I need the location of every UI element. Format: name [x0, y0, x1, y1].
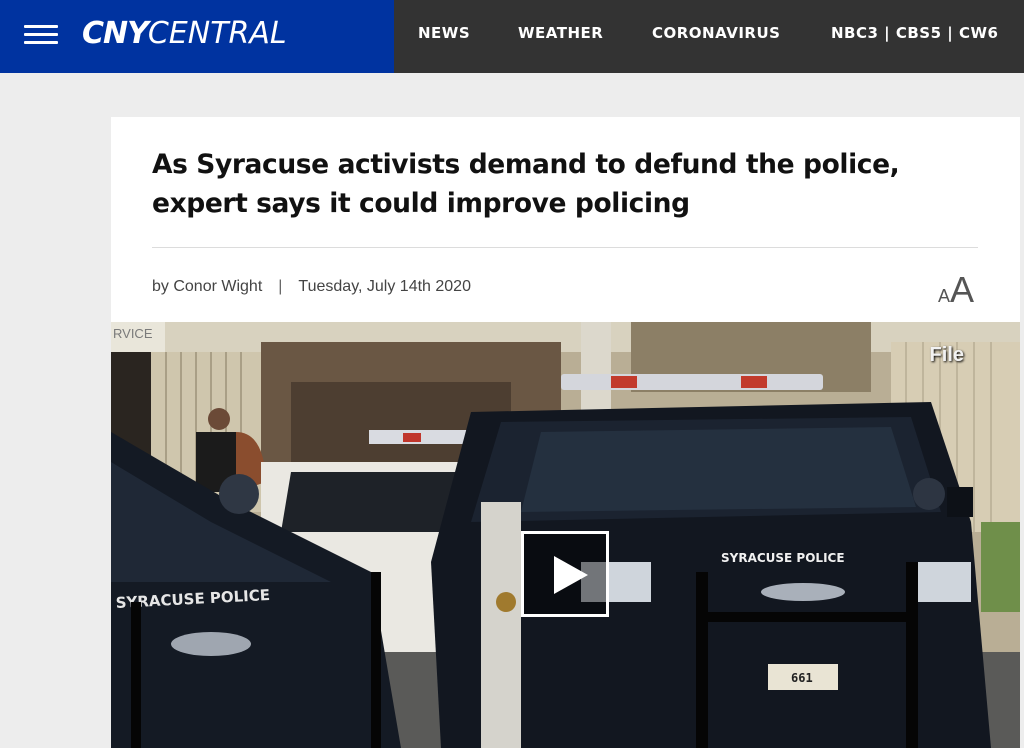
font-size-toggle[interactable]: AA	[938, 269, 974, 311]
nav-weather[interactable]: WEATHER	[518, 0, 603, 73]
scene-sign-text: RVICE	[113, 326, 153, 341]
play-button[interactable]	[521, 531, 609, 617]
play-icon	[554, 556, 588, 594]
publish-date: Tuesday, July 14th 2020	[298, 278, 471, 295]
nav-stations[interactable]: NBC3 | CBS5 | CW6	[831, 0, 998, 73]
brand-block: CNYCENTRAL	[0, 0, 394, 73]
byline: by Conor Wight | Tuesday, July 14th 2020	[152, 278, 471, 296]
nav-news[interactable]: NEWS	[418, 0, 470, 73]
article-headline: As Syracuse activists demand to defund t…	[152, 149, 900, 219]
article-card: As Syracuse activists demand to defund t…	[111, 117, 1020, 748]
video-player[interactable]: RVICE SYRACUSE POLICE SYRACUSE POLICE 66…	[111, 322, 1020, 748]
scene-car-right-text: SYRACUSE POLICE	[721, 551, 845, 565]
site-logo[interactable]: CNYCENTRAL	[82, 14, 287, 54]
menu-icon[interactable]	[24, 24, 58, 46]
nav-coronavirus[interactable]: CORONAVIRUS	[652, 0, 780, 73]
headline-divider	[152, 247, 978, 248]
logo-bold: CNY	[82, 16, 149, 51]
author[interactable]: by Conor Wight	[152, 278, 262, 295]
scene-plate-text: 661	[791, 671, 813, 685]
file-tag: File	[929, 344, 964, 366]
site-header: CNYCENTRAL NEWS WEATHER CORONAVIRUS NBC3…	[0, 0, 1024, 73]
font-size-big-label: A	[950, 269, 975, 310]
logo-light: CENTRAL	[147, 16, 287, 51]
byline-separator: |	[278, 278, 283, 295]
font-size-small-label: A	[938, 286, 951, 306]
